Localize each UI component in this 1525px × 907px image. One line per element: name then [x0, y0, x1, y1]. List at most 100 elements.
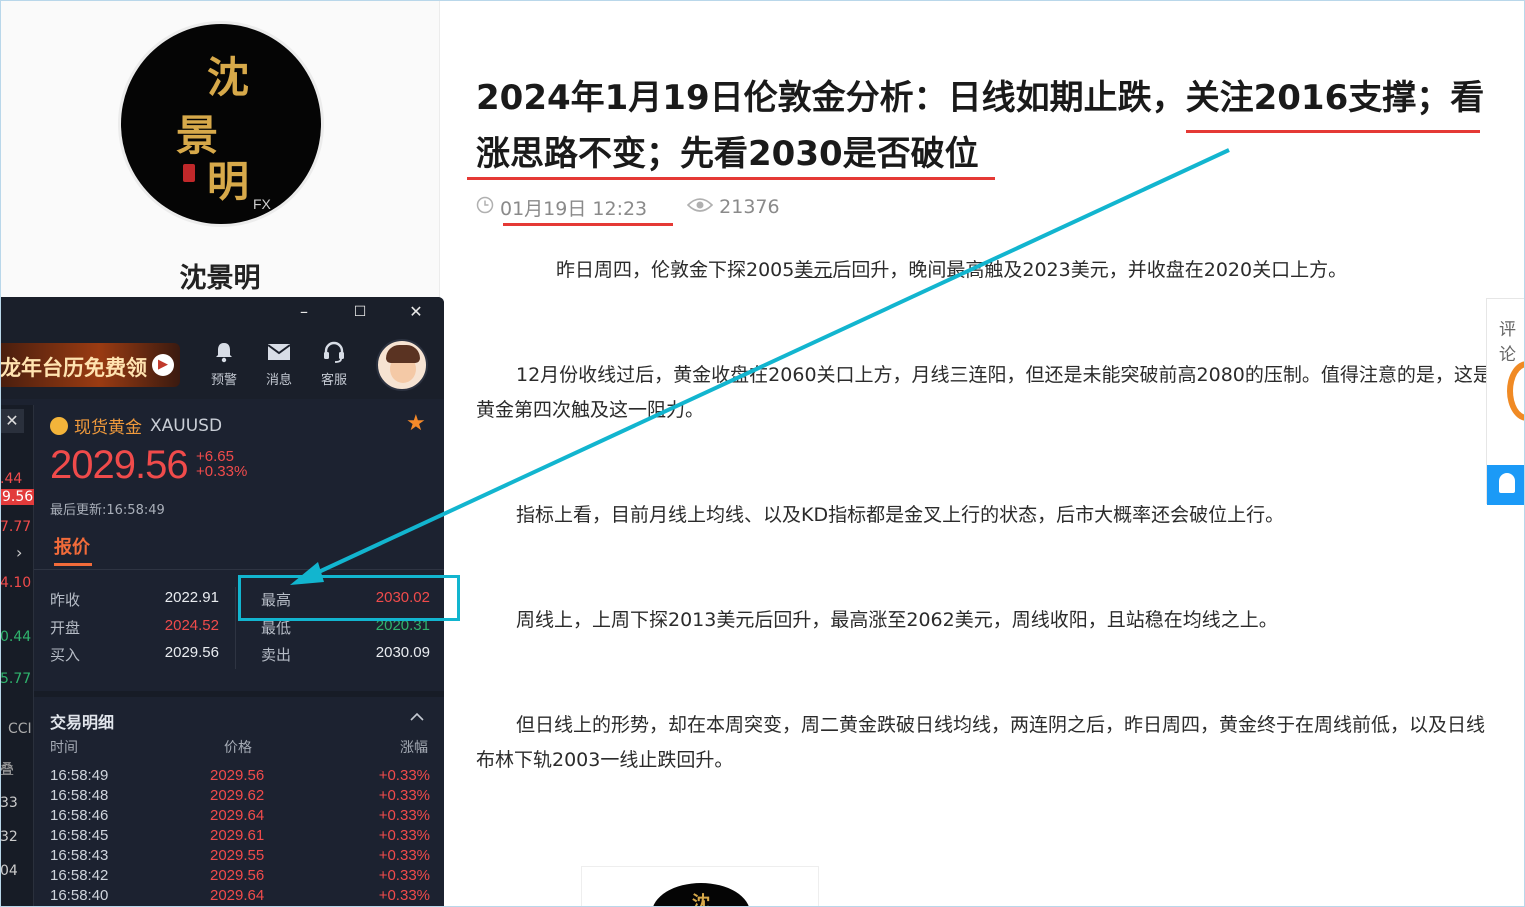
para1-text-b: 后回升，晚间最高触及2023美元，并收盘在2020关口上方。	[832, 259, 1348, 281]
trade-change: +0.33%	[378, 787, 430, 804]
paragraph-4: 周线上，上周下探2013美元后回升，最高涨至2062美元，周线收阳，且站稳在均线…	[516, 609, 1278, 631]
trade-change: +0.33%	[378, 867, 430, 884]
close-panel-icon[interactable]: ✕	[0, 409, 24, 433]
logo-tag: FX	[253, 196, 271, 212]
quote-value: 2030.09	[375, 644, 430, 661]
promo-banner[interactable]: 龙年台历免费领 ▶	[0, 343, 180, 387]
eye-icon	[687, 196, 714, 218]
paragraph-1: 昨日周四，伦敦金下探2005美元后回升，晚间最高触及2023美元，并收盘在202…	[476, 253, 1500, 288]
strip-value: 33	[0, 795, 18, 811]
trade-change: +0.33%	[378, 767, 430, 784]
quote-value: 2024.52	[164, 617, 219, 634]
symbol-code: XAUUSD	[150, 415, 223, 436]
comment-label: 评论	[1499, 320, 1516, 365]
section-gap	[34, 691, 444, 697]
trade-price: 2029.62	[210, 787, 265, 804]
article: 2024年1月19日伦敦金分析：日线如期止跌，关注2016支撑；看涨思路不变；先…	[476, 70, 1496, 220]
author-card-peek[interactable]: 沈	[581, 866, 819, 907]
table-row: 16:58:49 2029.56 +0.33%	[50, 767, 430, 787]
strip-value: .44	[0, 471, 23, 487]
trade-time: 16:58:48	[50, 787, 109, 804]
table-row: 16:58:46 2029.64 +0.33%	[50, 807, 430, 827]
maximize-button[interactable]: ☐	[346, 299, 374, 325]
mail-icon	[257, 341, 301, 367]
promo-banner-text: 龙年台历免费领	[0, 356, 147, 380]
tool-messages-label: 消息	[265, 373, 292, 388]
avatar-hair	[386, 345, 420, 363]
highlight-box	[238, 575, 460, 621]
author-avatar[interactable]: 沈 景 明 FX	[121, 24, 321, 224]
app-toolbar: 龙年台历免费领 ▶ 预警 消息 客服	[0, 327, 444, 399]
author-avatar-small: 沈	[652, 883, 750, 907]
trade-change: +0.33%	[378, 847, 430, 864]
notify-button[interactable]	[1487, 465, 1525, 505]
col-change: 涨幅	[400, 740, 428, 756]
seal-mark	[183, 164, 195, 182]
table-row: 16:58:43 2029.55 +0.33%	[50, 847, 430, 867]
col-price: 价格	[224, 740, 252, 756]
strip-value: 7.77	[0, 519, 32, 535]
strip-label: 叠	[0, 762, 14, 778]
comment-widget[interactable]: 评论	[1486, 298, 1525, 505]
usd-link[interactable]: 美元	[794, 259, 832, 281]
trade-price: 2029.64	[210, 887, 265, 904]
trade-time: 16:58:43	[50, 847, 109, 864]
quote-value: 2029.56	[164, 644, 219, 661]
trade-price: 2029.64	[210, 807, 265, 824]
view-count: 21376	[687, 196, 780, 218]
chevron-up-icon[interactable]	[410, 707, 424, 726]
logo-char-3: 明	[207, 157, 250, 206]
user-avatar[interactable]	[376, 339, 428, 391]
trade-price: 2029.56	[210, 867, 265, 884]
trade-price: 2029.55	[210, 847, 265, 864]
red-underline-1	[1186, 130, 1480, 133]
strip-label: CCI	[8, 721, 32, 737]
paragraph-2: 12月份收线过后，黄金收盘在2060关口上方，月线三连阳，但还是未能突破前高20…	[476, 364, 1492, 421]
trade-time: 16:58:49	[50, 767, 109, 784]
headset-icon	[312, 341, 356, 367]
tool-support-label: 客服	[320, 373, 347, 388]
para1-text-a: 昨日周四，伦敦金下探2005	[556, 259, 795, 281]
article-title: 2024年1月19日伦敦金分析：日线如期止跌，关注2016支撑；看涨思路不变；先…	[476, 78, 1485, 174]
tab-quote[interactable]: 报价	[54, 533, 90, 559]
author-name[interactable]: 沈景明	[0, 256, 440, 295]
quote-panel: 现货黄金 XAUUSD ★ 2029.56 +6.65 +0.33% 最后更新:…	[34, 405, 444, 907]
strip-value: 32	[0, 829, 18, 845]
strip-value: 4.10	[0, 575, 32, 591]
table-row: 16:58:42 2029.56 +0.33%	[50, 867, 430, 887]
strip-value: 04	[0, 863, 18, 879]
table-row: 16:58:48 2029.62 +0.33%	[50, 787, 430, 807]
chevron-right-icon[interactable]: ›	[16, 543, 22, 562]
logo-char-1: 沈	[207, 53, 250, 102]
symbol-header: 现货黄金 XAUUSD	[50, 413, 222, 438]
trade-price: 2029.61	[210, 827, 265, 844]
tab-quote-underline	[54, 563, 92, 566]
trade-change: +0.33%	[378, 827, 430, 844]
paragraph-5: 但日线上的形势，却在本周突变，周二黄金跌破日线均线，两连阴之后，昨日周四，黄金终…	[476, 714, 1486, 771]
collapsed-side-panel: ✕ .44 9.56 7.77 › 4.10 0.44 5.77 CCI 叠 3…	[0, 405, 34, 907]
trades-title: 交易明细	[50, 713, 115, 732]
price-change: +6.65 +0.33%	[196, 449, 247, 479]
minimize-button[interactable]: –	[290, 299, 318, 325]
quote-value: 2022.91	[164, 589, 219, 606]
tool-alert[interactable]: 预警	[202, 341, 246, 388]
app-titlebar: – ☐ ✕	[0, 297, 444, 327]
last-update: 最后更新:16:58:49	[50, 503, 165, 518]
quote-divider	[235, 587, 236, 669]
favorite-star-icon[interactable]: ★	[406, 411, 426, 436]
trade-time: 16:58:40	[50, 887, 109, 904]
article-meta: 01月19日 12:23 21376	[476, 192, 780, 222]
quote-row: 买入 2029.56 卖出 2030.09	[50, 644, 430, 670]
red-underline-3	[503, 223, 673, 226]
red-underline-2	[467, 177, 995, 180]
tool-messages[interactable]: 消息	[257, 341, 301, 388]
trade-change: +0.33%	[378, 807, 430, 824]
paragraph-3: 指标上看，目前月线上均线、以及KD指标都是金叉上行的状态，后市大概率还会破位上行…	[516, 504, 1285, 526]
tool-support[interactable]: 客服	[312, 341, 356, 388]
divider	[34, 569, 444, 570]
change-value: +6.65	[196, 448, 234, 465]
table-row: 16:58:45 2029.61 +0.33%	[50, 827, 430, 847]
loading-ring-icon	[1507, 361, 1525, 421]
change-percent: +0.33%	[196, 463, 248, 480]
close-button[interactable]: ✕	[402, 299, 430, 325]
